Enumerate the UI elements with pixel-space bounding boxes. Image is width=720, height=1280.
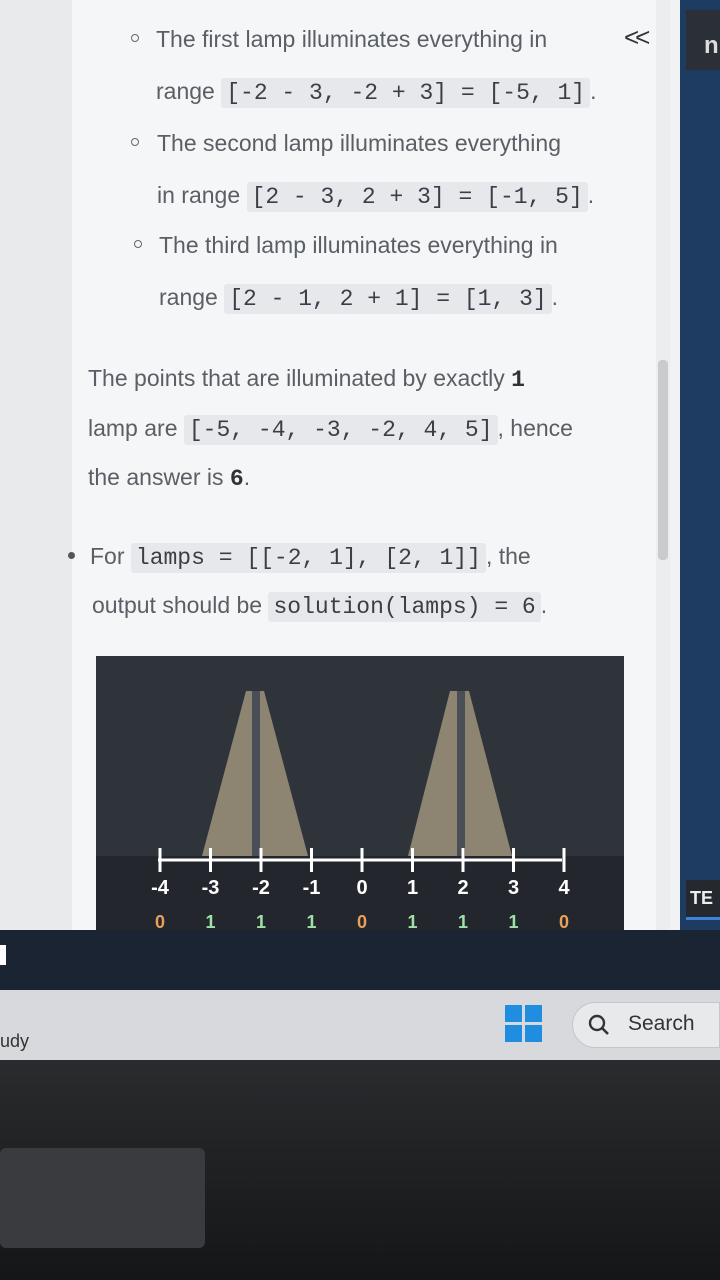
period: . xyxy=(587,182,595,208)
example-text: output should be xyxy=(92,592,263,618)
illumination-count: 0 xyxy=(357,912,367,930)
sub-bullet-3-text: The third lamp illuminates everything in xyxy=(159,232,558,258)
summary-points: [-5, -4, -3, -2, 4, 5] xyxy=(183,415,498,445)
lamp-2-pole xyxy=(457,691,465,856)
taskbar-left-label[interactable]: udy xyxy=(0,1031,29,1052)
axis-label: -4 xyxy=(151,877,170,899)
sub-bullet-1-range: range [-2 - 3, -2 + 3] = [-5, 1]. xyxy=(156,78,597,108)
sub-bullet-3-range: range [2 - 1, 2 + 1] = [1, 3]. xyxy=(159,284,559,314)
axis-label: -3 xyxy=(202,877,220,899)
windows-start-icon[interactable] xyxy=(505,1005,543,1043)
axis-label: 0 xyxy=(356,877,367,899)
axis-label: 4 xyxy=(558,877,570,899)
example-output-code: solution(lamps) = 6 xyxy=(268,592,541,622)
summary-text: The points that are illuminated by exact… xyxy=(88,365,505,391)
example-text: For xyxy=(90,543,125,569)
lamp-illustration-svg: -4 -3 -2 -1 0 1 2 3 4 0 1 1 1 0 1 1 1 0 xyxy=(96,656,624,930)
axis-label: 2 xyxy=(457,877,468,899)
illumination-count: 1 xyxy=(407,912,417,930)
example-input-code: lamps = [[-2, 1], [2, 1]] xyxy=(130,543,486,573)
right-panel-header[interactable]: n xyxy=(686,10,720,70)
summary-text: lamp are xyxy=(88,415,178,441)
sub-bullet-3 xyxy=(134,240,142,248)
sub-bullet-2-text: The second lamp illuminates everything xyxy=(157,130,561,156)
summary-line-3: the answer is 6. xyxy=(88,464,250,492)
example-text: , the xyxy=(485,543,531,569)
laptop-hinge xyxy=(0,1148,205,1248)
axis-label: 1 xyxy=(407,877,418,899)
summary-count: 1 xyxy=(511,367,525,393)
range-code: [-2 - 3, -2 + 3] = [-5, 1] xyxy=(221,78,591,108)
period: . xyxy=(590,78,597,104)
right-panel xyxy=(680,0,720,930)
right-panel-tab[interactable]: TE xyxy=(686,880,720,920)
sub-bullet-1-text: The first lamp illuminates everything in xyxy=(156,26,548,52)
search-icon xyxy=(588,1014,609,1035)
number-line-labels: -4 -3 -2 -1 0 1 2 3 4 xyxy=(151,877,570,899)
screen: The first lamp illuminates everything in… xyxy=(0,0,720,990)
summary-line-2: lamp are [-5, -4, -3, -2, 4, 5], hence xyxy=(88,415,573,445)
range-label: range xyxy=(159,284,218,310)
range-label: range xyxy=(156,78,215,104)
example-line-1: For lamps = [[-2, 1], [2, 1]], the xyxy=(90,543,531,573)
range-label: in range xyxy=(157,182,241,208)
lamp-illustration: -4 -3 -2 -1 0 1 2 3 4 0 1 1 1 0 1 1 1 0 xyxy=(96,656,624,930)
illumination-count: 1 xyxy=(205,912,215,930)
illumination-count: 1 xyxy=(508,912,518,930)
left-gutter xyxy=(0,0,72,930)
scrollbar-thumb[interactable] xyxy=(658,360,668,560)
app-bottom-bar xyxy=(0,930,720,990)
illumination-count: 0 xyxy=(155,912,165,930)
sub-bullet-2 xyxy=(131,138,139,146)
problem-content: The first lamp illuminates everything in… xyxy=(0,0,664,930)
axis-label: 3 xyxy=(508,877,519,899)
sub-bullet-1 xyxy=(131,34,139,42)
summary-text: the answer is xyxy=(88,464,224,490)
period: . xyxy=(243,464,251,490)
summary-text: , hence xyxy=(497,415,573,441)
illumination-count: 0 xyxy=(559,912,569,930)
summary-answer: 6 xyxy=(229,466,244,492)
period: . xyxy=(540,592,548,618)
range-code: [2 - 1, 2 + 1] = [1, 3] xyxy=(224,284,552,314)
search-label: Search xyxy=(628,1012,695,1035)
summary-line-1: The points that are illuminated by exact… xyxy=(88,365,525,393)
example-line-2: output should be solution(lamps) = 6. xyxy=(92,592,548,622)
period: . xyxy=(551,284,559,310)
axis-label: -1 xyxy=(303,877,321,899)
range-code: [2 - 3, 2 + 3] = [-1, 5] xyxy=(246,182,588,212)
illumination-count: 1 xyxy=(458,912,468,930)
illumination-count: 1 xyxy=(256,912,266,930)
illumination-count: 1 xyxy=(306,912,316,930)
sub-bullet-2-range: in range [2 - 3, 2 + 3] = [-1, 5]. xyxy=(157,182,595,212)
lamp-1-pole xyxy=(252,691,260,856)
axis-label: -2 xyxy=(252,877,270,899)
collapse-icon[interactable]: << xyxy=(624,22,650,53)
app-bottom-bar-marker xyxy=(0,945,6,965)
example-bullet xyxy=(68,552,75,559)
